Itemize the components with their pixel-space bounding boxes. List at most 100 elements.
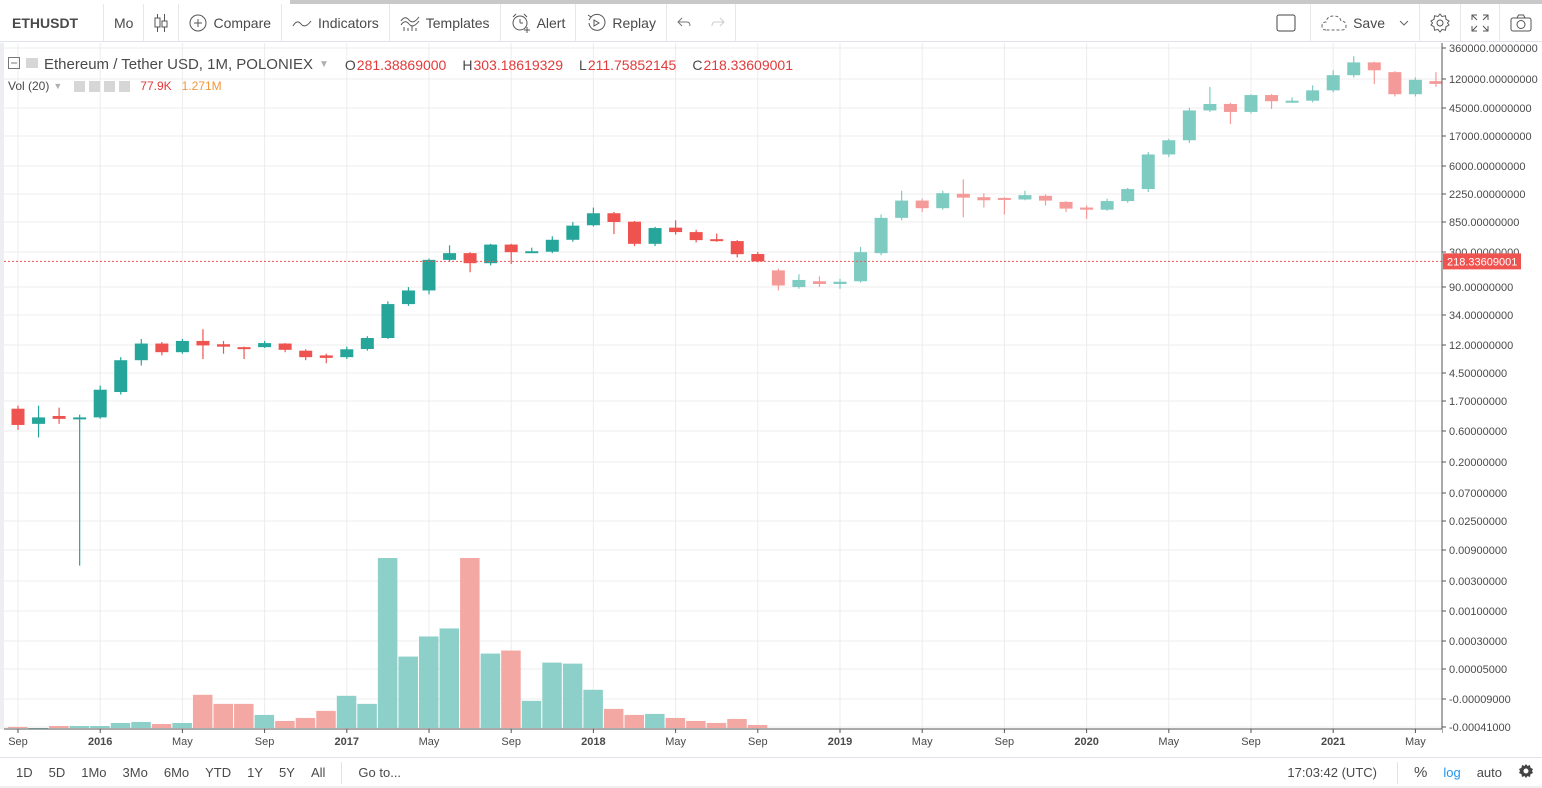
volume-bar	[131, 721, 151, 728]
candle-body	[586, 213, 600, 226]
top-toolbar: ETHUSDT Mo Compare Indicators Templates …	[0, 3, 1542, 42]
volume-bar	[90, 725, 110, 728]
chart-type-button[interactable]	[144, 3, 180, 42]
series-legend: Ethereum / Tether USD, 1M, POLONIEX ▼ O2…	[8, 56, 793, 73]
volume-bar	[8, 726, 28, 728]
time-axis	[0, 728, 1442, 733]
indicators-label: Indicators	[318, 14, 379, 31]
candle-body	[299, 350, 313, 358]
candle-body	[812, 281, 826, 284]
chart-canvas[interactable]: 360000.00000000 120000.00000000 45000.0000…	[0, 43, 1542, 733]
percent-scale-toggle[interactable]: %	[1406, 764, 1435, 781]
range-ytd[interactable]: YTD	[197, 765, 239, 780]
range-3mo[interactable]: 3Mo	[115, 765, 156, 780]
candle-body	[73, 417, 87, 420]
time-tick-label: Sep	[8, 736, 28, 748]
time-tick-label: 2021	[1320, 736, 1346, 748]
range-6mo[interactable]: 6Mo	[156, 765, 197, 780]
redo-button[interactable]	[701, 3, 736, 42]
volume-bar	[542, 662, 562, 728]
volume-bar	[377, 558, 398, 728]
price-tick-label: 0.00300000	[1449, 576, 1507, 588]
volume-bar	[151, 723, 172, 728]
volume-bar	[439, 628, 460, 728]
price-tick-label: 0.07000000	[1449, 488, 1507, 500]
price-axis: 360000.00000000 120000.00000000 45000.0000…	[1441, 43, 1542, 733]
range-all[interactable]: All	[303, 765, 333, 780]
save-button[interactable]: Save	[1310, 3, 1419, 42]
range-1y[interactable]: 1Y	[239, 765, 271, 780]
divider	[341, 761, 343, 784]
alert-button[interactable]: Alert	[501, 3, 577, 42]
volume-bar	[624, 714, 644, 728]
candle-body	[915, 200, 929, 209]
high-label: H	[462, 56, 473, 73]
collapse-legend-icon[interactable]	[8, 56, 20, 73]
range-1d[interactable]: 1D	[0, 765, 41, 780]
auto-scale-toggle[interactable]: auto	[1469, 765, 1510, 780]
low-label: L	[579, 56, 587, 73]
volume-bar	[419, 636, 439, 728]
volume-menu-caret-icon[interactable]: ▼	[53, 81, 62, 91]
chevron-down-icon[interactable]	[1399, 20, 1409, 26]
candle-body	[1265, 95, 1279, 102]
volume-bar	[747, 724, 768, 728]
volume-bar	[69, 725, 90, 728]
snapshot-button[interactable]	[1499, 3, 1542, 42]
price-tick-label: 850.00000000	[1449, 217, 1519, 229]
candle-body	[278, 343, 292, 350]
series-title[interactable]: Ethereum / Tether USD, 1M, POLONIEX	[44, 56, 313, 73]
volume-bar	[192, 694, 213, 728]
grid-lines	[0, 43, 1442, 733]
volume-bar	[460, 558, 480, 728]
volume-bars	[8, 558, 768, 729]
plus-icon[interactable]	[104, 80, 116, 92]
volume-bar	[727, 718, 747, 728]
settings-button[interactable]	[1419, 3, 1460, 42]
volume-bar	[521, 700, 542, 728]
settings-small-icon[interactable]	[89, 80, 101, 92]
eye-icon[interactable]	[74, 80, 86, 92]
symbol-search-button[interactable]: ETHUSDT	[0, 3, 104, 42]
clock[interactable]: 17:03:42 (UTC)	[1287, 765, 1389, 780]
fullscreen-icon	[1471, 14, 1489, 32]
range-5d[interactable]: 5D	[41, 765, 74, 780]
compare-button[interactable]: Compare	[179, 3, 283, 42]
candle-body	[217, 344, 230, 347]
undo-button[interactable]	[667, 4, 701, 42]
goto-button[interactable]: Go to...	[350, 765, 409, 780]
plus-circle-icon	[189, 14, 207, 32]
interval-label: Mo	[114, 14, 134, 31]
candle-body	[1039, 195, 1052, 201]
alarm-clock-icon	[511, 13, 531, 33]
candle-body	[1141, 154, 1155, 190]
divider	[1396, 761, 1398, 784]
templates-button[interactable]: Templates	[390, 3, 501, 42]
close-icon[interactable]	[119, 80, 131, 92]
volume-label[interactable]: Vol (20)	[8, 79, 49, 93]
candle-body	[1326, 75, 1340, 91]
range-5y[interactable]: 5Y	[271, 765, 303, 780]
layout-button[interactable]	[1262, 4, 1310, 42]
fullscreen-button[interactable]	[1460, 3, 1499, 42]
gear-icon[interactable]	[1510, 763, 1542, 782]
candle-body	[648, 228, 662, 244]
volume-bar	[357, 703, 377, 728]
redo-icon	[711, 17, 725, 29]
candle-body	[1121, 189, 1135, 202]
price-tick-label: 17000.00000000	[1449, 131, 1532, 143]
candle-body	[1080, 207, 1094, 210]
series-menu-caret-icon[interactable]: ▼	[319, 59, 329, 70]
chart-area[interactable]: 360000.00000000 120000.00000000 45000.0000…	[0, 43, 1542, 748]
indicators-button[interactable]: Indicators	[282, 3, 390, 42]
candle-body	[504, 244, 518, 253]
replay-button[interactable]: Replay	[576, 3, 667, 42]
candle-body	[1059, 201, 1073, 209]
volume-bar	[480, 653, 501, 728]
candle-body	[1408, 79, 1422, 95]
candle-body	[854, 252, 868, 282]
range-1mo[interactable]: 1Mo	[73, 765, 114, 780]
volume-bar	[501, 650, 521, 728]
log-scale-toggle[interactable]: log	[1435, 765, 1468, 780]
interval-button[interactable]: Mo	[104, 3, 145, 42]
